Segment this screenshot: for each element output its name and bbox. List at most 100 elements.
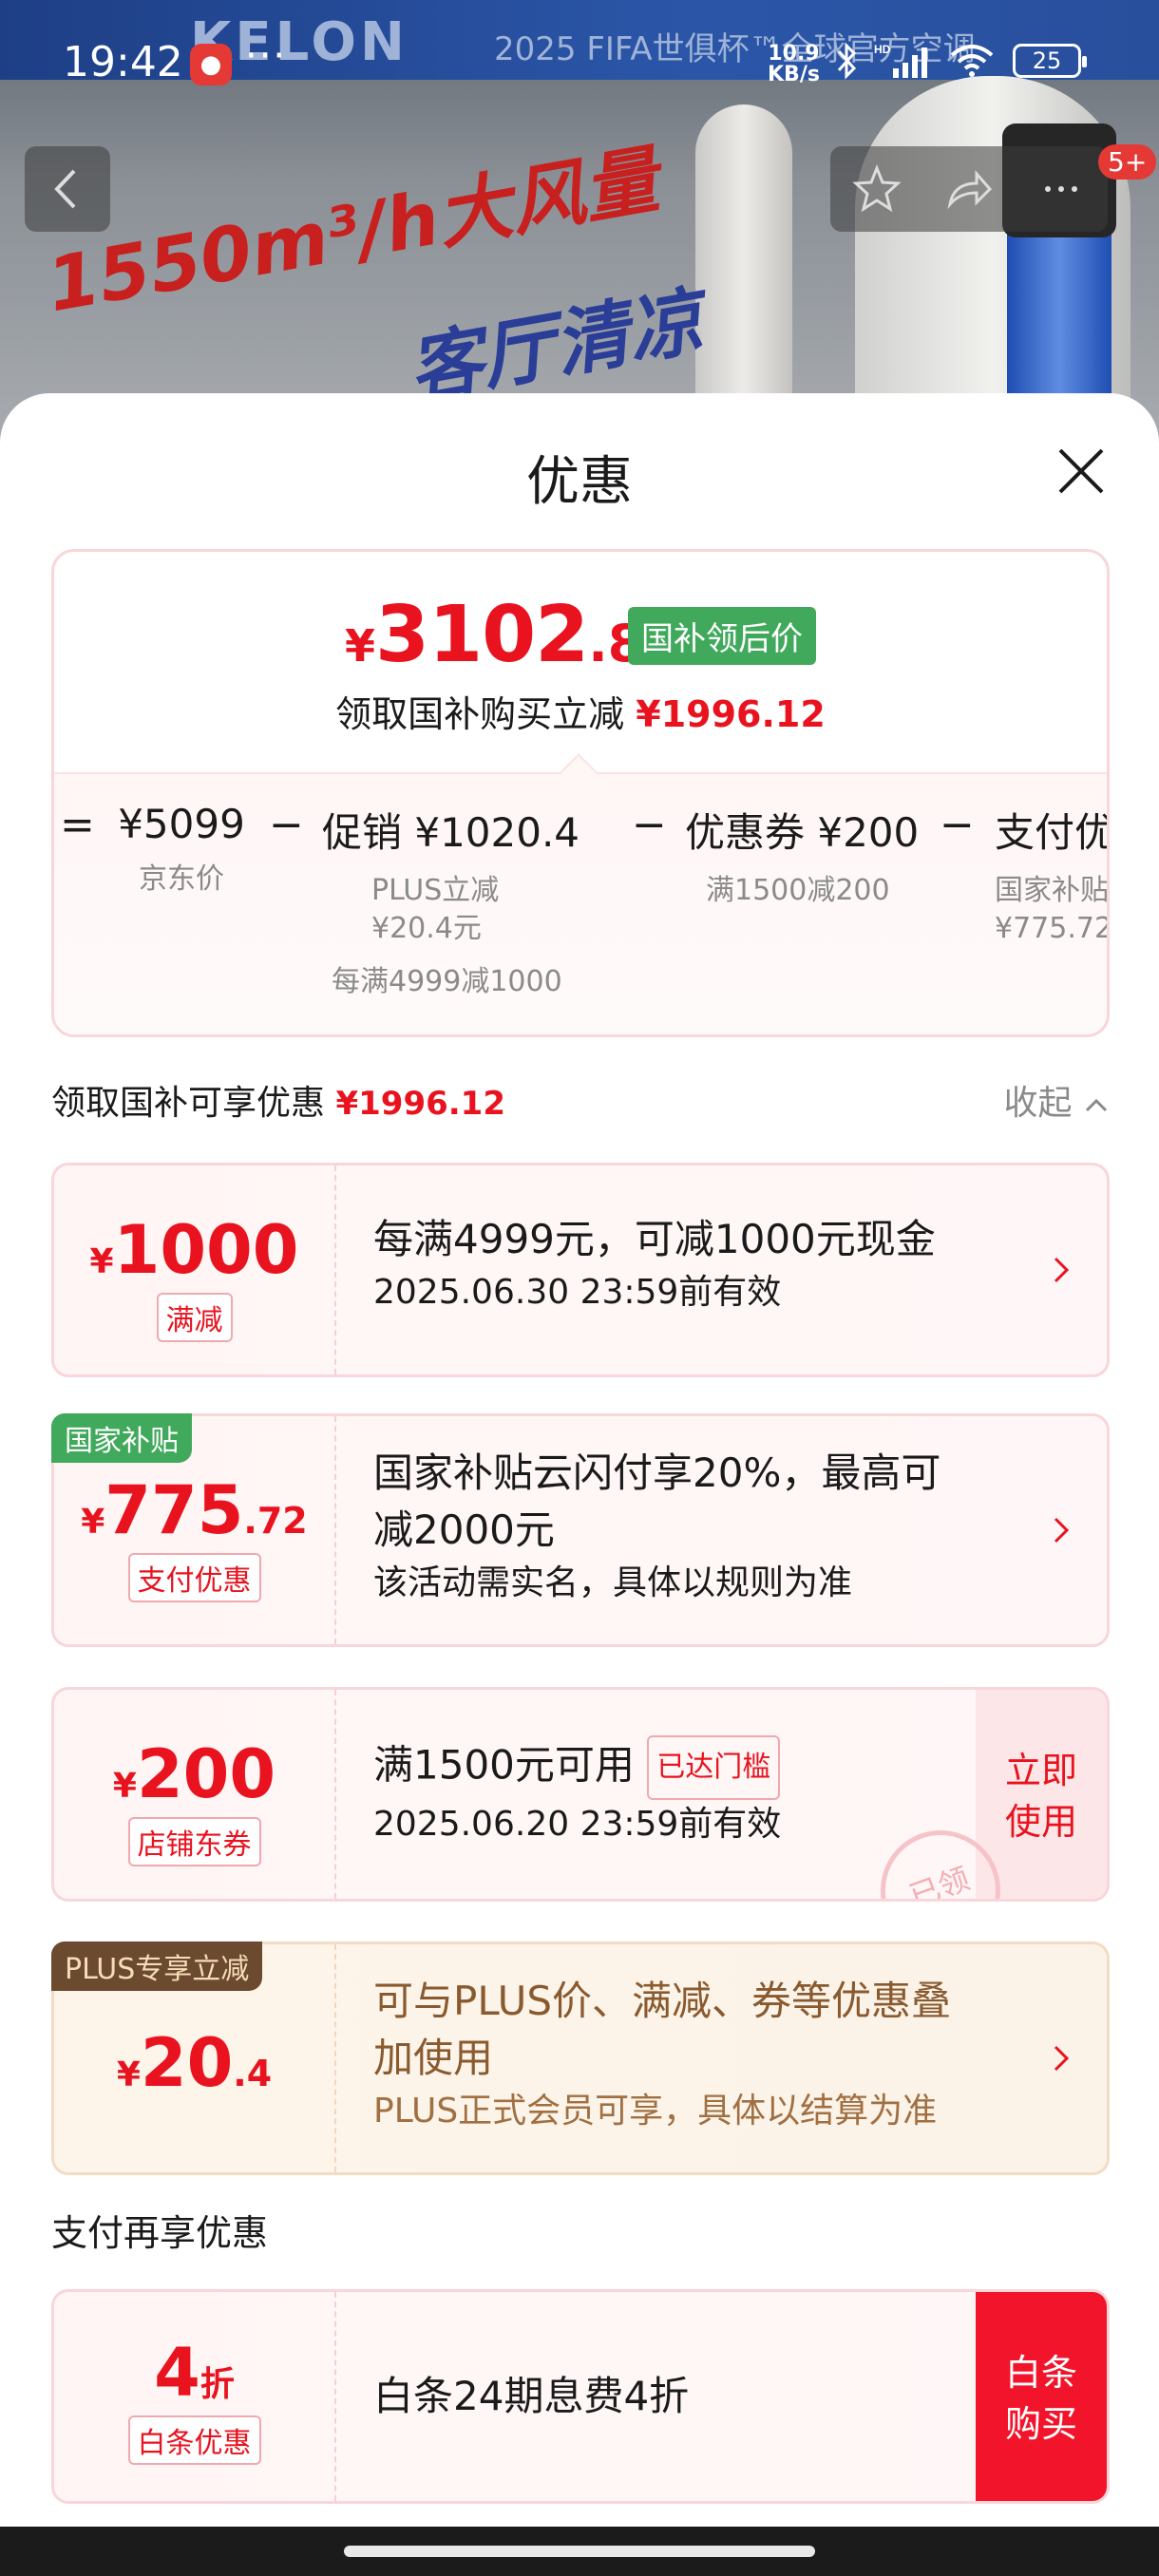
discount-unit: 折 xyxy=(200,2365,235,2404)
coupon-type-tag: 支付优惠 xyxy=(127,1553,261,1602)
collapse-label: 收起 xyxy=(1003,1084,1073,1123)
coupon-currency: ¥ xyxy=(81,1503,105,1542)
coupon-baitiao: 4 折 白条优惠 白条24期息费4折 白条 购买 xyxy=(51,2289,1110,2504)
coupon-details: 满1500元可用 已达门槛 2025.06.20 23:59前有效 xyxy=(373,1690,964,1899)
coupon-number: 200 xyxy=(136,1735,276,1813)
chevron-up-icon xyxy=(1085,1098,1108,1112)
minus-sign: − xyxy=(632,801,667,849)
coupon-amount: 4 折 xyxy=(154,2334,235,2412)
coupon-validity: 2025.06.20 23:59前有效 xyxy=(373,1805,782,1844)
coupon-amount-block: 4 折 白条优惠 xyxy=(54,2292,336,2501)
subsidy-section-header: 领取国补可享优惠 ¥1996.12 收起 xyxy=(51,1075,1110,1132)
close-icon[interactable] xyxy=(1053,443,1110,500)
coupon-plus[interactable]: PLUS专享立减 ¥ 20 .4 可与PLUS价、满减、券等优惠叠 加使用 PL… xyxy=(51,1941,1110,2175)
section-label: 领取国补可享优惠 ¥1996.12 xyxy=(51,1084,505,1123)
jd-price-value: ¥5099 xyxy=(118,801,245,847)
coupon-full-reduction[interactable]: ¥ 1000 满减 每满4999元，可减1000元现金 2025.06.30 2… xyxy=(51,1163,1110,1377)
coupon-condition: 满1500元可用 xyxy=(373,1741,635,1789)
coupon-details: 可与PLUS价、满减、券等优惠叠 加使用 PLUS正式会员可享，具体以结算为准 xyxy=(373,1944,1040,2172)
price-breakdown: = ¥5099 京东价 − 促销 ¥1020.4 PLUS立减 ¥20.4元 每… xyxy=(54,801,1110,1034)
coupon-currency: ¥ xyxy=(89,1242,114,1281)
coupon-note: PLUS正式会员可享，具体以结算为准 xyxy=(373,2092,938,2131)
coupon-decimal: .72 xyxy=(243,1500,308,1542)
bluetooth-icon xyxy=(837,42,857,80)
coupon-type-tag: 满减 xyxy=(156,1293,233,1342)
coupon-type-tag: 店铺东券 xyxy=(127,1817,261,1866)
chevron-right-icon xyxy=(1054,2045,1070,2072)
top-actions xyxy=(830,146,1108,232)
promo-sub-amount: ¥20.4元 xyxy=(371,912,482,945)
section-label-text: 领取国补可享优惠 xyxy=(51,1084,326,1123)
back-button[interactable] xyxy=(25,146,110,232)
baitiao-description: 白条24期息费4折 xyxy=(373,2373,690,2419)
price-summary-card: ¥ 3102 .88 国补领后价 领取国补购买立减 ¥1996.12 = ¥50… xyxy=(51,549,1110,1037)
collapse-toggle[interactable]: 收起 xyxy=(1004,1075,1110,1125)
coupon-validity: 2025.06.30 23:59前有效 xyxy=(373,1273,782,1312)
notification-app-icon: ● xyxy=(190,44,232,85)
home-indicator[interactable] xyxy=(344,2546,815,2557)
battery-icon: 25 xyxy=(1013,44,1087,78)
coupon-amount-block: ¥ 1000 满减 xyxy=(54,1165,336,1374)
coupon-amount: ¥ 20 .4 xyxy=(117,2024,272,2102)
chevron-left-icon xyxy=(54,169,76,209)
coupon-decimal: .4 xyxy=(233,2053,273,2094)
equals-sign: = xyxy=(60,801,95,849)
promo-sub-plus: PLUS立减 xyxy=(371,874,500,907)
price-tag: 国补领后价 xyxy=(628,607,816,665)
status-icons: HD 25 xyxy=(836,42,1087,80)
breakdown-promo: 促销 ¥1020.4 PLUS立减 ¥20.4元 每满4999减1000 xyxy=(322,801,580,1001)
coupon-amount-block: ¥ 775 .72 支付优惠 xyxy=(54,1416,336,1644)
coupon-national-subsidy[interactable]: 国家补贴 ¥ 775 .72 支付优惠 国家补贴云闪付享20%，最高可 减200… xyxy=(51,1413,1110,1647)
breakdown-pay: 支付优惠 ¥ 国家补贴云闪 ¥775.72 xyxy=(995,801,1110,948)
coupon-value: 优惠券 ¥200 xyxy=(685,809,920,856)
coupon-description-line1: 可与PLUS价、满减、券等优惠叠 xyxy=(373,1978,952,2024)
promo-value: 促销 ¥1020.4 xyxy=(322,809,580,856)
coupon-description-line2: 加使用 xyxy=(373,2035,494,2081)
coupon-description-line2: 减2000元 xyxy=(373,1506,555,1553)
coupon-store: ¥ 200 店铺东券 满1500元可用 已达门槛 2025.06.20 23:5… xyxy=(51,1687,1110,1902)
coupon-currency: ¥ xyxy=(112,1767,137,1806)
coupon-amount: ¥ 200 xyxy=(113,1735,276,1813)
section-amount: ¥1996.12 xyxy=(335,1085,505,1123)
pay-sub-amount: ¥775.72 xyxy=(995,912,1110,945)
coupon-amount-block: ¥ 20 .4 xyxy=(54,1944,336,2172)
breakdown-coupon: 优惠券 ¥200 满1500减200 xyxy=(685,801,919,910)
coupon-description: 每满4999元，可减1000元现金 xyxy=(373,1216,936,1262)
coupon-number: 20 xyxy=(140,2024,234,2102)
use-now-label-1: 立即 xyxy=(1004,1750,1077,1791)
subsidy-text: 领取国补购买立减 xyxy=(335,693,625,735)
star-icon[interactable] xyxy=(850,162,903,216)
more-icon[interactable] xyxy=(1035,162,1088,216)
coupon-amount-block: ¥ 200 店铺东券 xyxy=(54,1690,336,1899)
share-icon[interactable] xyxy=(942,162,996,216)
coupon-amount: ¥ 1000 xyxy=(90,1211,299,1289)
sheet-title: 优惠 xyxy=(526,451,633,513)
use-now-label-2: 使用 xyxy=(1004,1801,1077,1843)
net-speed: 10.9 KB/s xyxy=(768,44,820,85)
subsidy-amount: ¥1996.12 xyxy=(636,693,826,735)
promo-sub-rule: 每满4999减1000 xyxy=(332,965,562,998)
wifi-icon xyxy=(950,45,994,77)
coupon-description-line1: 国家补贴云闪付享20%，最高可 xyxy=(373,1449,941,1496)
buy-label-2: 购买 xyxy=(1004,2403,1077,2445)
more-notifications-icon: ··· xyxy=(245,34,288,78)
discount-number: 4 xyxy=(154,2334,200,2412)
pay-section-label: 支付再享优惠 xyxy=(51,2212,269,2254)
coupon-type-tag: 白条优惠 xyxy=(127,2415,261,2465)
svg-text:HD: HD xyxy=(874,43,891,56)
jd-price-label: 京东价 xyxy=(139,862,224,896)
pay-value: 支付优惠 ¥ xyxy=(995,809,1107,856)
buy-label-1: 白条 xyxy=(1004,2352,1077,2394)
status-time: 19:42 xyxy=(63,38,183,86)
coupon-details: 每满4999元，可减1000元现金 2025.06.30 23:59前有效 xyxy=(373,1165,1040,1374)
coupon-sub: 满1500减200 xyxy=(706,874,890,907)
coupon-number: 1000 xyxy=(113,1211,299,1289)
baitiao-buy-button[interactable]: 白条 购买 xyxy=(976,2292,1107,2501)
coupon-currency: ¥ xyxy=(116,2055,141,2094)
cart-badge: 5+ xyxy=(1098,144,1157,180)
coupon-description: 满1500元可用 已达门槛 xyxy=(373,1735,964,1800)
coupon-note: 该活动需实名，具体以规则为准 xyxy=(373,1563,853,1602)
coupon-number: 775 xyxy=(104,1471,244,1549)
status-bar: 19:42 ● ··· 10.9 KB/s HD 25 xyxy=(0,0,1159,133)
chevron-right-icon xyxy=(1054,1257,1070,1283)
